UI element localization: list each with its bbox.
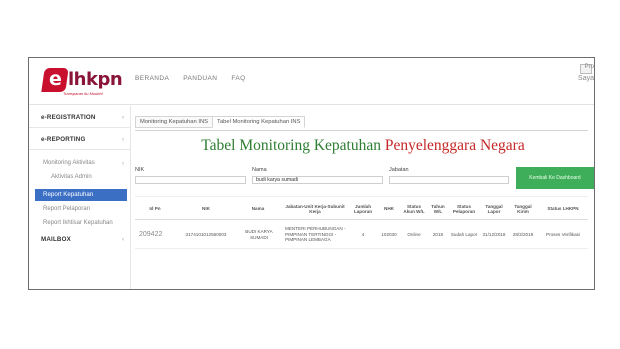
user-profile[interactable]: Pro Saya [570,64,594,88]
chevron-left-icon[interactable]: ‹ [122,115,124,121]
col-id-pn: Id Pn [149,206,161,212]
sidebar-section-mailbox[interactable]: MAILBOX [41,236,71,243]
cell-tanggal-lapor: 31/12/2018 [482,231,506,237]
nav-beranda[interactable]: BERANDA [135,75,169,82]
nav-faq[interactable]: FAQ [231,75,245,82]
sidebar-section-e-reporting[interactable]: e-REPORTING [41,136,86,143]
chevron-left-icon[interactable]: ‹ [122,161,124,167]
sidebar-divider [29,127,131,128]
page-title-part1: Tabel Monitoring Kepatuhan [201,137,381,154]
col-nama: Nama [251,206,265,212]
main-nav: BERANDA PANDUAN FAQ [135,75,246,82]
browser-screenshot-frame: e lhkpn Transparan itu Mudah! BERANDA PA… [28,57,595,290]
nik-label: NIK [135,167,145,173]
col-tanggal-lapor: Tanggal Lapor [485,203,503,215]
nik-input[interactable] [135,176,246,184]
sidebar-item-report-ikhtisar-kepatuhan[interactable]: Report Ikhtisar Kepatuhan [43,220,113,226]
tab-divider [135,130,588,131]
col-tanggal-kirim: Tanggal Kirim [514,203,532,215]
sidebar-divider [29,149,131,150]
sidebar-item-report-kepatuhan[interactable]: Report Kepatuhan [35,189,127,201]
col-jumlah-laporan: Jumlah Laporan [353,203,373,215]
nama-label: Nama [252,167,267,173]
cell-nama: BUDI KARYA SUMADI [245,229,273,240]
table-header: Id Pn NIK Nama Jabatan-Unit Kerja-Subuni… [135,196,588,220]
elhkpn-logo[interactable]: e lhkpn Transparan itu Mudah! [41,68,123,100]
col-nhk: NHK [384,206,394,212]
cell-tanggal-kirim: 28/3/2019 [512,231,534,237]
cell-jabatan: MENTERI PERHUBUNGAN - PIMPINAN TERTINGGI… [285,226,346,243]
tab-monitoring-kepatuhan-ins[interactable]: Monitoring Kepatuhan INS [135,116,213,128]
col-nik: NIK [202,206,210,212]
nav-panduan[interactable]: PANDUAN [183,75,217,82]
chevron-left-icon[interactable]: ‹ [122,137,124,143]
table-row[interactable]: 209422 3174101012560003 BUDI KARYA SUMAD… [135,220,588,249]
cell-status-akun: Online [407,231,421,237]
cell-nik: 3174101012560003 [185,231,227,237]
tab-bar: Monitoring Kepatuhan INS Tabel Monitorin… [135,116,306,128]
nama-input[interactable]: budi karya sumadi [252,176,383,184]
cell-nhk: 102030 [381,231,397,237]
profile-name: Saya [578,75,594,82]
cell-jumlah-laporan: 4 [361,231,365,237]
cell-status-lhkpn: Proses Verifikasi [546,231,580,237]
chevron-left-icon[interactable]: ‹ [122,237,124,243]
logo-wordmark: lhkpn [68,69,123,90]
sidebar-item-aktivitas-admin[interactable]: Aktivitas Admin [51,174,92,180]
sidebar-section-e-registration[interactable]: e-REGISTRATION [41,114,96,121]
cell-status-pelaporan: Sudah Lapor [450,231,478,237]
top-header: e lhkpn Transparan itu Mudah! BERANDA PA… [29,58,594,105]
logo-letter: e [49,68,62,90]
col-status-akun: Status Akun W/L [403,203,425,215]
logo-tagline: Transparan itu Mudah! [63,91,103,96]
sidebar: e-REGISTRATION ‹ e-REPORTING ‹ Monitorin… [29,106,131,289]
col-status-lhkpn: Status LHKPN [547,206,579,212]
page-title-part2: Penyelenggara Negara [384,137,525,154]
tab-tabel-monitoring-kepatuhan-ins[interactable]: Tabel Monitoring Kepatuhan INS [212,116,306,128]
jabatan-input[interactable] [389,176,509,184]
kembali-ke-dashboard-button[interactable]: Kembali Ke Dashboard [516,167,594,189]
col-status-pelaporan: Status Pelaporan [452,203,476,215]
profile-image-alt: Pro [584,64,594,70]
col-tahun: Tahun W/L [431,203,445,215]
main-content: Monitoring Kepatuhan INS Tabel Monitorin… [132,106,594,289]
cell-id-pn[interactable]: 209422 [139,220,175,249]
jabatan-label: Jabatan [389,167,409,173]
sidebar-item-report-pelaporan[interactable]: Report Pelaporan [43,206,90,212]
page-title: Tabel Monitoring Kepatuhan Penyelenggara… [132,137,594,155]
cell-tahun: 2018 [432,231,444,237]
sidebar-item-monitoring-aktivitas[interactable]: Monitoring Aktivitas [43,160,95,166]
col-jabatan: Jabatan-Unit Kerja-Subunit Kerja [285,203,345,215]
